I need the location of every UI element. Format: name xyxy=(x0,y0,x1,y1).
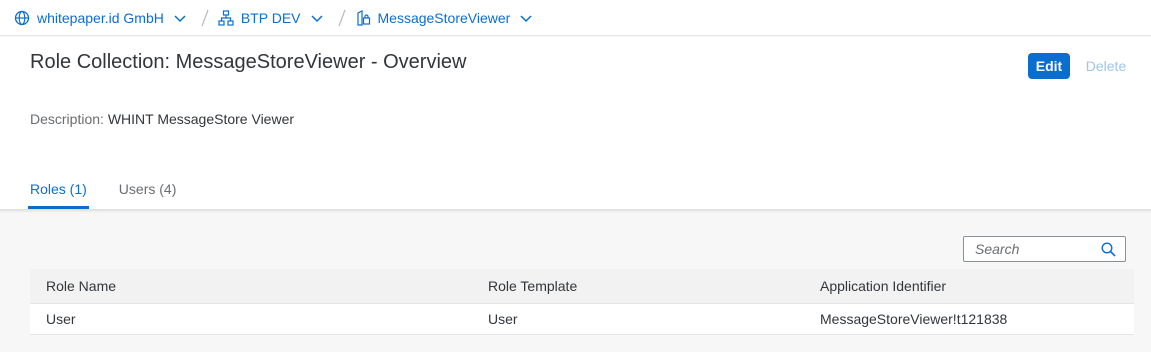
breadcrumb: whitepaper.id GmbH BTP DEV MessageStoreV… xyxy=(0,0,1151,36)
search-input[interactable] xyxy=(975,241,1095,257)
roles-table: Role Name Role Template Application Iden… xyxy=(30,269,1134,335)
breadcrumb-subaccount[interactable]: BTP DEV xyxy=(218,0,323,36)
column-header-role-name[interactable]: Role Name xyxy=(30,269,472,304)
cell-role-template: User xyxy=(472,303,804,335)
breadcrumb-label: MessageStoreViewer xyxy=(377,9,511,26)
column-header-role-template[interactable]: Role Template xyxy=(472,269,804,304)
description-value: WHINT MessageStore Viewer xyxy=(107,111,295,127)
description-label: Description: xyxy=(30,111,104,127)
cell-application-identifier: MessageStoreViewer!t121838 xyxy=(804,303,1134,335)
column-header-application-identifier[interactable]: Application Identifier xyxy=(804,269,1134,304)
breadcrumb-label: BTP DEV xyxy=(240,9,301,26)
tab-users[interactable]: Users (4) xyxy=(117,177,179,209)
table-row[interactable]: User User MessageStoreViewer!t121838 xyxy=(30,303,1134,335)
edit-button[interactable]: Edit xyxy=(1028,53,1070,79)
globe-icon xyxy=(14,10,30,26)
description: Description: WHINT MessageStore Viewer xyxy=(30,111,294,127)
table-header-row: Role Name Role Template Application Iden… xyxy=(30,269,1134,304)
page-title: Role Collection: MessageStoreViewer - Ov… xyxy=(30,51,467,73)
search-field[interactable] xyxy=(963,236,1126,262)
search-icon[interactable] xyxy=(1101,242,1116,257)
chevron-down-icon[interactable] xyxy=(310,12,323,24)
hierarchy-icon xyxy=(218,9,234,26)
delete-button[interactable]: Delete xyxy=(1080,53,1132,79)
tab-roles[interactable]: Roles (1) xyxy=(28,177,89,209)
chevron-down-icon[interactable] xyxy=(520,12,532,24)
chevron-down-icon[interactable] xyxy=(174,12,186,24)
breadcrumb-label: whitepaper.id GmbH xyxy=(37,9,164,26)
breadcrumb-global-account[interactable]: whitepaper.id GmbH xyxy=(14,0,186,36)
breadcrumb-separator xyxy=(200,7,210,29)
breadcrumb-separator xyxy=(337,7,347,29)
object-page-header: Role Collection: MessageStoreViewer - Ov… xyxy=(0,37,1151,209)
role-lock-icon xyxy=(355,9,371,26)
breadcrumb-role-collection[interactable]: MessageStoreViewer xyxy=(355,0,533,36)
cell-role-name: User xyxy=(30,303,472,335)
tab-bar: Roles (1) Users (4) xyxy=(28,177,206,209)
header-shadow xyxy=(0,209,1151,213)
